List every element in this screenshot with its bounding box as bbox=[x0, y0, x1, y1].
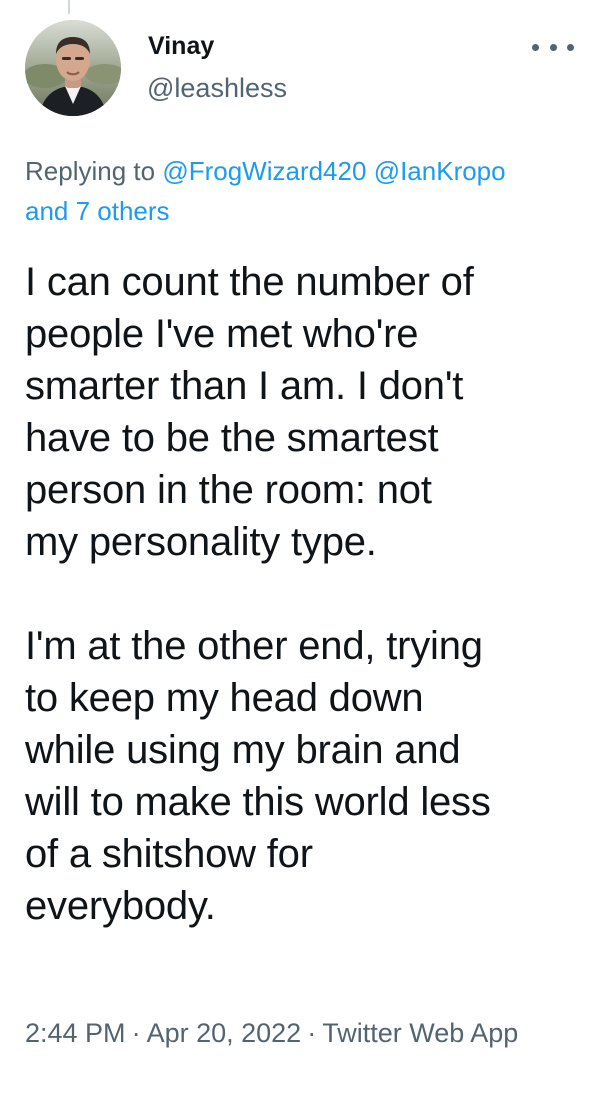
more-horizontal-icon-dot bbox=[567, 43, 574, 51]
tweet-text: I can count the number of people I've me… bbox=[25, 256, 585, 932]
tweet-line: while using my brain and bbox=[25, 728, 461, 772]
user-avatar-photo-icon bbox=[25, 20, 121, 116]
tweet-line: have to be the smartest bbox=[25, 416, 439, 460]
author-display-name[interactable]: Vinay bbox=[148, 31, 214, 61]
avatar[interactable] bbox=[25, 20, 121, 116]
reply-context: Replying to @FrogWizard420 @IanKropo and… bbox=[25, 151, 585, 231]
thread-connector-line bbox=[68, 0, 70, 14]
author-handle[interactable]: @leashless bbox=[147, 72, 287, 104]
tweet-date[interactable]: Apr 20, 2022 bbox=[147, 1018, 302, 1048]
more-horizontal-icon bbox=[532, 43, 539, 51]
tweet-line: will to make this world less bbox=[25, 780, 491, 824]
tweet-line: everybody. bbox=[25, 884, 216, 928]
tweet-source[interactable]: Twitter Web App bbox=[322, 1018, 518, 1048]
more-options-button[interactable] bbox=[532, 34, 574, 60]
tweet-line: person in the room: not bbox=[25, 468, 432, 512]
tweet-metadata: 2:44 PM · Apr 20, 2022 · Twitter Web App bbox=[25, 1010, 585, 1056]
tweet-line: my personality type. bbox=[25, 520, 377, 564]
others-link[interactable]: and 7 others bbox=[25, 196, 170, 226]
tweet-line: to keep my head down bbox=[25, 676, 424, 720]
meta-separator: · bbox=[131, 1018, 141, 1048]
tweet-paragraph: I'm at the other end, trying to keep my … bbox=[25, 620, 585, 932]
tweet-line: smarter than I am. I don't bbox=[25, 364, 464, 408]
tweet-paragraph: I can count the number of people I've me… bbox=[25, 256, 585, 568]
meta-separator: · bbox=[307, 1018, 317, 1048]
tweet-line: I can count the number of bbox=[25, 260, 474, 304]
tweet-time[interactable]: 2:44 PM bbox=[25, 1018, 126, 1048]
mention-link[interactable]: @FrogWizard420 bbox=[162, 156, 366, 186]
tweet-line: I'm at the other end, trying bbox=[25, 624, 483, 668]
reply-context-prefix: Replying to bbox=[25, 156, 156, 186]
tweet-line: people I've met who're bbox=[25, 312, 419, 356]
mention-link[interactable]: @IanKropo bbox=[374, 156, 506, 186]
more-horizontal-icon-dot bbox=[549, 43, 557, 51]
tweet-line: of a shitshow for bbox=[25, 832, 313, 876]
